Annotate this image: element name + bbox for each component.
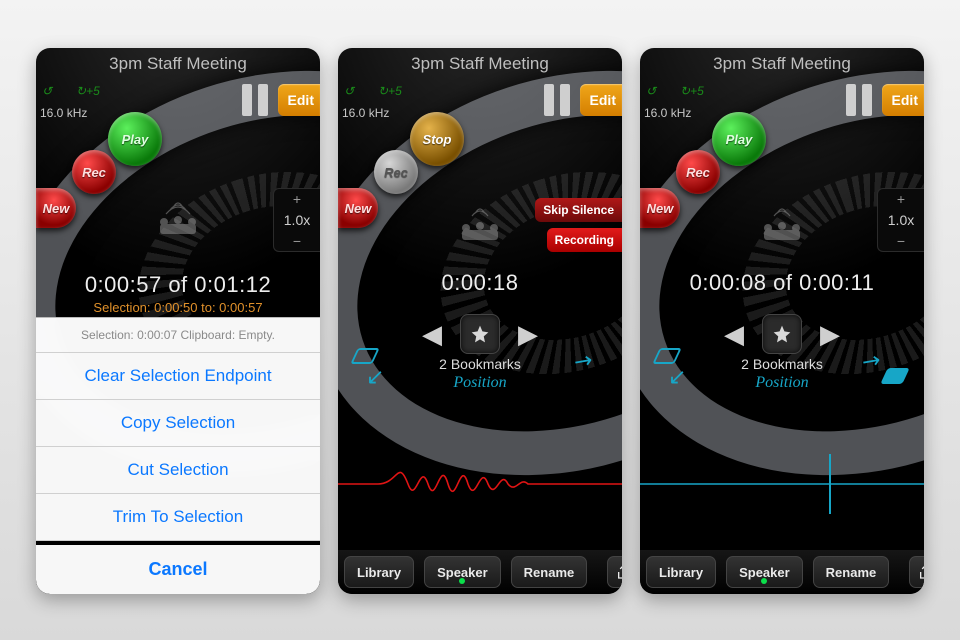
mic-array-icon xyxy=(754,206,810,246)
speed-plus[interactable]: + xyxy=(274,189,320,209)
bookmark-prev-icon[interactable]: ◀ xyxy=(724,319,744,350)
speaker-button[interactable]: Speaker xyxy=(424,556,501,588)
sample-rate: 16.0 kHz xyxy=(40,106,87,120)
sheet-trim[interactable]: Trim To Selection xyxy=(36,494,320,541)
recording-title: 3pm Staff Meeting xyxy=(338,54,622,74)
action-sheet: Selection: 0:00:07 Clipboard: Empty. Cle… xyxy=(36,317,320,594)
active-dot-icon xyxy=(761,578,767,584)
share-button[interactable] xyxy=(607,556,622,588)
play-button[interactable]: Play xyxy=(108,112,162,166)
speed-plus[interactable]: + xyxy=(878,189,924,209)
speed-value: 1.0x xyxy=(878,209,924,231)
recording-title: 3pm Staff Meeting xyxy=(36,54,320,74)
speaker-button[interactable]: Speaker xyxy=(726,556,803,588)
bookmark-nav: ◀ ▶ xyxy=(640,314,924,354)
bookmark-next-icon[interactable]: ▶ xyxy=(518,319,538,350)
bookmark-prev-icon[interactable]: ◀ xyxy=(422,319,442,350)
sample-rate: 16.0 kHz xyxy=(644,106,691,120)
sample-rate: 16.0 kHz xyxy=(342,106,389,120)
waveform[interactable] xyxy=(640,448,924,520)
recording-title: 3pm Staff Meeting xyxy=(640,54,924,74)
mic-array-icon xyxy=(150,200,206,240)
library-button[interactable]: Library xyxy=(646,556,716,588)
rewind5-icon[interactable]: ↺ xyxy=(646,84,656,98)
bookmark-star-button[interactable] xyxy=(762,314,802,354)
sheet-cut[interactable]: Cut Selection xyxy=(36,447,320,494)
time-counter: 0:00:18 xyxy=(338,270,622,296)
bottom-toolbar: Library Speaker Rename xyxy=(338,550,622,594)
active-dot-icon xyxy=(459,578,465,584)
edit-button[interactable]: Edit xyxy=(278,84,320,116)
screen-edit-sheet: 3pm Staff Meeting ↺ ↻+5 16.0 kHz Edit Pl… xyxy=(36,48,320,594)
record-button[interactable]: Rec xyxy=(676,150,720,194)
recording-badge: Recording xyxy=(547,228,622,252)
new-button[interactable]: New xyxy=(640,188,680,228)
screen-recording: 3pm Staff Meeting ↺ ↻+5 16.0 kHz Edit St… xyxy=(338,48,622,594)
rename-button[interactable]: Rename xyxy=(511,556,588,588)
forward5-icon[interactable]: ↻+5 xyxy=(76,84,100,98)
stop-button[interactable]: Stop xyxy=(410,112,464,166)
position-label: Position xyxy=(338,374,622,392)
rewind5-icon[interactable]: ↺ xyxy=(344,84,354,98)
sheet-clear[interactable]: Clear Selection Endpoint xyxy=(36,353,320,400)
pause-button[interactable] xyxy=(242,84,268,116)
sheet-cancel[interactable]: Cancel xyxy=(36,541,320,594)
sheet-copy[interactable]: Copy Selection xyxy=(36,400,320,447)
speed-stepper[interactable]: + 1.0x − xyxy=(877,188,924,252)
speed-stepper[interactable]: + 1.0x − xyxy=(273,188,320,252)
forward5-icon[interactable]: ↻+5 xyxy=(378,84,402,98)
pause-button[interactable] xyxy=(544,84,570,116)
rewind5-icon[interactable]: ↺ xyxy=(42,84,52,98)
skip-silence-badge[interactable]: Skip Silence xyxy=(535,198,622,222)
new-button[interactable]: New xyxy=(338,188,378,228)
mic-array-icon xyxy=(452,206,508,246)
new-button[interactable]: New xyxy=(36,188,76,228)
speed-minus[interactable]: − xyxy=(878,231,924,251)
sheet-header: Selection: 0:00:07 Clipboard: Empty. xyxy=(36,318,320,353)
record-button[interactable]: Rec xyxy=(72,150,116,194)
bookmark-next-icon[interactable]: ▶ xyxy=(820,319,840,350)
library-button[interactable]: Library xyxy=(344,556,414,588)
edit-button[interactable]: Edit xyxy=(882,84,924,116)
bookmark-star-button[interactable] xyxy=(460,314,500,354)
bottom-toolbar: Library Speaker Rename xyxy=(640,550,924,594)
speed-value: 1.0x xyxy=(274,209,320,231)
selection-line: Selection: 0:00:50 to: 0:00:57 xyxy=(36,300,320,315)
share-button[interactable] xyxy=(909,556,924,588)
time-counter: 0:00:08 of 0:00:11 xyxy=(640,270,924,296)
screen-playback: 3pm Staff Meeting ↺ ↻+5 16.0 kHz Edit Pl… xyxy=(640,48,924,594)
rename-button[interactable]: Rename xyxy=(813,556,890,588)
speed-minus[interactable]: − xyxy=(274,231,320,251)
pause-button[interactable] xyxy=(846,84,872,116)
forward5-icon[interactable]: ↻+5 xyxy=(680,84,704,98)
time-counter: 0:00:57 of 0:01:12 xyxy=(36,272,320,298)
play-button[interactable]: Play xyxy=(712,112,766,166)
waveform[interactable] xyxy=(338,448,622,520)
record-button[interactable]: Rec xyxy=(374,150,418,194)
edit-button[interactable]: Edit xyxy=(580,84,622,116)
